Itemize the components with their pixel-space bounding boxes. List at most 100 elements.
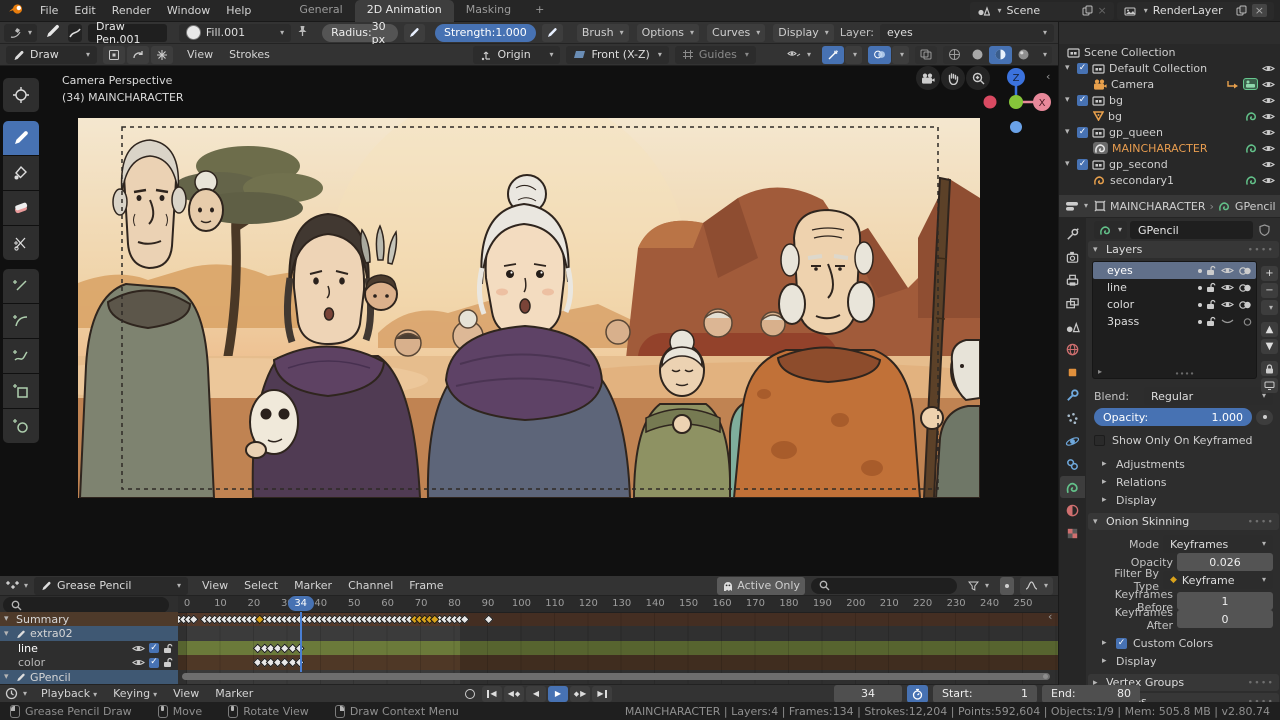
gizmos-toggle[interactable] (822, 46, 844, 64)
outliner-row-camera[interactable]: Camera (1059, 76, 1280, 92)
duplicate-icon[interactable] (1082, 5, 1093, 16)
show-only-keyframed-checkbox[interactable] (1094, 435, 1105, 446)
channel-gpencil[interactable]: ▾ GPencil (0, 670, 178, 684)
region-collapse-arrow[interactable]: ‹ (1048, 610, 1052, 623)
camera-view-button[interactable] (916, 66, 940, 90)
tool-circle[interactable] (3, 409, 39, 443)
eye-icon[interactable] (1262, 80, 1275, 89)
add-layer-button[interactable]: + (1261, 266, 1278, 281)
properties-tab-particles[interactable] (1060, 407, 1085, 429)
jump-to-end-button[interactable]: ▶ (592, 686, 612, 702)
layer-selector[interactable]: eyes ▾ (880, 24, 1054, 42)
strength-slider[interactable]: Strength: 1.000 (435, 24, 536, 42)
overlays-dropdown[interactable]: ▾ (892, 46, 909, 64)
list-expand-icon[interactable]: ▸ (1098, 367, 1102, 376)
material-selector[interactable]: Fill.001 ▾ (179, 24, 291, 42)
properties-tab-physics[interactable] (1060, 430, 1085, 452)
topbar-menu-window[interactable]: Window (159, 3, 218, 18)
topbar-menu-file[interactable]: File (32, 3, 66, 18)
tool-draw[interactable] (3, 121, 39, 155)
subpanel-expand-icon[interactable]: ▸ (1102, 638, 1110, 648)
tool-arc[interactable] (3, 304, 39, 338)
isolate-layer-button[interactable] (1261, 378, 1278, 393)
outliner[interactable]: Scene Collection ▾✓Default CollectionCam… (1059, 44, 1280, 195)
frame-start-field[interactable]: Start: 1 (933, 685, 1037, 703)
outliner-row-bg[interactable]: bg (1059, 108, 1280, 124)
tool-cursor[interactable] (3, 78, 39, 112)
subpanel-adjustments[interactable]: ▸Adjustments (1086, 455, 1280, 473)
topbar-menu-help[interactable]: Help (218, 3, 259, 18)
channel-checkbox[interactable]: ✓ (149, 658, 159, 668)
current-frame-line[interactable] (300, 612, 302, 672)
shading-dropdown[interactable]: ▾ (1035, 46, 1052, 64)
outliner-row-scene-collection[interactable]: Scene Collection (1059, 44, 1280, 60)
properties-tab-constraint[interactable] (1060, 453, 1085, 475)
tool-fill[interactable] (3, 156, 39, 190)
guides-selector[interactable]: Guides ▾ (675, 46, 756, 64)
dopesheet-menu-marker[interactable]: Marker (286, 578, 340, 593)
workspace-tab-+[interactable]: + (523, 0, 556, 22)
unlock-icon[interactable] (1206, 316, 1217, 327)
expand-icon[interactable]: ▾ (1065, 95, 1073, 105)
playback-menu-marker[interactable]: Marker (207, 686, 261, 701)
breadcrumb-data[interactable]: GPencil (1235, 200, 1276, 213)
gizmos-dropdown[interactable]: ▾ (845, 46, 862, 64)
keyframes-before-field[interactable]: 1 (1177, 592, 1273, 610)
timeline-editor-type-button[interactable]: ▾ (5, 687, 27, 700)
playback-menu-view[interactable]: View (165, 686, 207, 701)
radius-slider[interactable]: Radius: 30 px (322, 24, 398, 42)
tool-erase[interactable] (3, 191, 39, 225)
dopesheet-mode-selector[interactable]: Grease Pencil ▾ (34, 577, 188, 595)
keyframe-diamond[interactable] (189, 614, 199, 624)
unlock-icon[interactable] (163, 643, 174, 654)
renderlayer-selector[interactable]: ▾ RenderLayer × (1117, 2, 1274, 20)
dopesheet-menu-frame[interactable]: Frame (401, 578, 451, 593)
onion-skin-icon[interactable] (1238, 266, 1252, 276)
scene-selector[interactable]: ▾ Scene × (970, 2, 1114, 20)
outliner-row-maincharacter[interactable]: MAINCHARACTER (1059, 140, 1280, 156)
subpanel-display[interactable]: ▸Display (1086, 491, 1280, 509)
dopesheet-menu-view[interactable]: View (194, 578, 236, 593)
active-only-toggle[interactable]: Active Only (717, 577, 805, 595)
dopesheet-menu-channel[interactable]: Channel (340, 578, 401, 593)
channel-extra02[interactable]: ▾ extra02 (0, 626, 178, 641)
properties-tab-mod[interactable] (1060, 384, 1085, 406)
keyframe-interp-button[interactable]: ▾ (1020, 577, 1053, 595)
outliner-row-secondary1[interactable]: secondary1 (1059, 172, 1280, 188)
show-object-types-button[interactable]: ▾ (782, 46, 816, 64)
frame-end-field[interactable]: End: 80 (1042, 685, 1140, 703)
multiframe-button[interactable] (151, 46, 173, 64)
playback-menu-playback[interactable]: Playback▾ (33, 686, 105, 701)
jump-to-start-button[interactable]: ◀ (482, 686, 502, 702)
eye-icon[interactable] (1262, 128, 1275, 137)
unlock-icon[interactable] (163, 657, 174, 668)
list-resize-grip[interactable]: ∙∙∙∙ (1175, 369, 1195, 378)
outliner-row-gp_second[interactable]: ▾✓gp_second (1059, 156, 1280, 172)
keyframe-diamond[interactable] (460, 614, 470, 624)
expand-icon[interactable]: ▾ (1065, 127, 1073, 137)
expand-icon[interactable]: ▾ (1065, 63, 1073, 73)
shading-rendered-button[interactable] (1012, 46, 1035, 64)
play-reverse-button[interactable]: ◀ (526, 686, 546, 702)
eye-icon[interactable] (1221, 300, 1234, 309)
eye-icon[interactable] (1221, 266, 1234, 275)
viewport[interactable]: Camera Perspective (34) MAINCHARACTER ‹ … (0, 66, 1058, 576)
collection-checkbox[interactable]: ✓ (1077, 159, 1088, 170)
remove-layer-button[interactable]: − (1261, 283, 1278, 298)
eye-icon[interactable] (132, 658, 145, 667)
dopesheet-search-input[interactable] (811, 578, 957, 594)
dopesheet-editor-type-button[interactable]: ▾ (5, 580, 28, 591)
gpencil-layer-row-eyes[interactable]: eyes (1093, 262, 1256, 279)
properties-tab-scene[interactable] (1060, 315, 1085, 337)
blend-mode-dropdown[interactable]: Regular▾ (1144, 387, 1273, 405)
custom-colors-checkbox[interactable]: ✓ (1116, 638, 1127, 649)
workspace-tab-2d-animation[interactable]: 2D Animation (355, 0, 454, 22)
shading-solid-button[interactable] (966, 46, 989, 64)
onion-mode-dropdown[interactable]: Keyframes▾ (1163, 535, 1273, 553)
guide-rotate-button[interactable] (127, 46, 149, 64)
auto-keyframe-button[interactable] (460, 686, 480, 702)
onion-skin-icon[interactable] (1238, 317, 1252, 327)
channel-checkbox[interactable]: ✓ (149, 643, 159, 653)
channel-search-input[interactable] (3, 597, 169, 613)
proportional-edit-toggle[interactable] (1000, 577, 1014, 595)
